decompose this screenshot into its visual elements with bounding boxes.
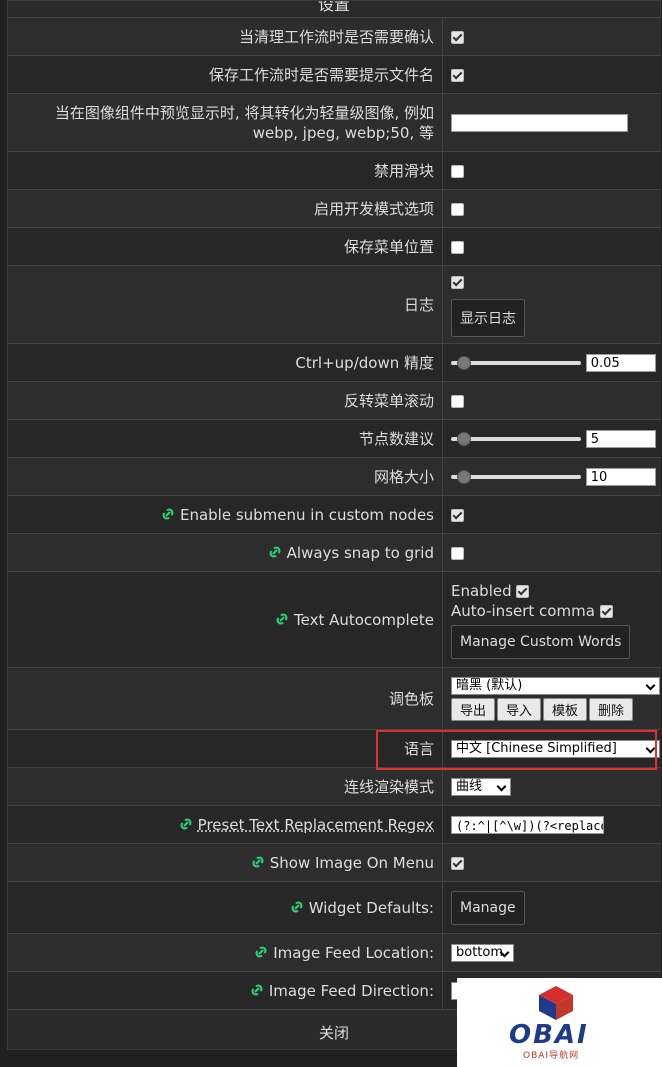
setting-row-save-menu-position: 保存菜单位置 bbox=[8, 227, 661, 266]
setting-label: 启用开发模式选项 bbox=[8, 189, 443, 228]
palette-delete-button[interactable]: 删除 bbox=[589, 697, 634, 721]
setting-label: Preset Text Replacement Regex bbox=[197, 815, 434, 834]
palette-template-button[interactable]: 模板 bbox=[543, 697, 588, 721]
settings-dialog: 设置 当清理工作流时是否需要确认 保存工作流时是否需要提示文件名 当在图像组件中… bbox=[7, 0, 661, 1050]
setting-label: Ctrl+up/down 精度 bbox=[8, 343, 443, 382]
setting-row-image-on-menu: Show Image On Menu bbox=[8, 843, 661, 882]
image-on-menu-checkbox[interactable] bbox=[451, 856, 464, 870]
setting-label: 语言 bbox=[8, 729, 443, 768]
setting-label: 节点数建议 bbox=[8, 419, 443, 458]
setting-row-preset-regex: Preset Text Replacement Regex (?:^|[^\w]… bbox=[8, 805, 661, 844]
disable-slider-checkbox[interactable] bbox=[451, 164, 464, 178]
auto-comma-checkbox[interactable] bbox=[599, 604, 613, 618]
node-suggestions-slider[interactable] bbox=[451, 431, 581, 446]
setting-label: 保存工作流时是否需要提示文件名 bbox=[8, 55, 443, 94]
setting-row-prompt-filename: 保存工作流时是否需要提示文件名 bbox=[8, 55, 661, 94]
setting-label-line2: webp, jpeg, webp;50, 等 bbox=[252, 123, 434, 142]
setting-row-confirm-clear: 当清理工作流时是否需要确认 bbox=[8, 17, 661, 56]
setting-row-ctrl-precision: Ctrl+up/down 精度 0.05 bbox=[8, 343, 661, 382]
submenu-checkbox[interactable] bbox=[451, 508, 464, 522]
setting-label: 反转菜单滚动 bbox=[8, 381, 443, 420]
setting-label: 禁用滑块 bbox=[8, 151, 443, 190]
widget-defaults-manage-button[interactable]: Manage bbox=[451, 890, 525, 925]
log-checkbox[interactable] bbox=[451, 275, 464, 289]
setting-row-preview-format: 当在图像组件中预览显示时, 将其转化为轻量级图像, 例如 webp, jpeg,… bbox=[8, 93, 661, 152]
grid-size-input[interactable]: 10 bbox=[585, 467, 656, 486]
setting-label: Image Feed Direction: bbox=[268, 981, 434, 1000]
setting-row-palette: 调色板 暗黑 (默认) 导出 导入 模板 删除 bbox=[8, 667, 661, 730]
setting-row-submenu: Enable submenu in custom nodes bbox=[8, 495, 661, 534]
setting-label-line1: 当在图像组件中预览显示时, 将其转化为轻量级图像, 例如 bbox=[54, 103, 434, 122]
palette-select[interactable]: 暗黑 (默认) bbox=[451, 676, 660, 695]
setting-row-feed-location: Image Feed Location: bottom bbox=[8, 933, 661, 972]
link-chain-icon bbox=[252, 855, 264, 868]
setting-label: 当清理工作流时是否需要确认 bbox=[8, 17, 443, 56]
watermark-subtitle: OBAI导航网 bbox=[523, 1051, 580, 1061]
setting-row-widget-defaults: Widget Defaults: Manage bbox=[8, 881, 661, 934]
setting-row-invert-scroll: 反转菜单滚动 bbox=[8, 381, 661, 420]
setting-row-autocomplete: Text Autocomplete Enabled Auto-insert co… bbox=[8, 571, 661, 668]
setting-row-snap-grid: Always snap to grid bbox=[8, 533, 661, 572]
setting-label: 连线渲染模式 bbox=[8, 767, 443, 806]
setting-label: Text Autocomplete bbox=[294, 610, 434, 629]
settings-table: 当清理工作流时是否需要确认 保存工作流时是否需要提示文件名 当在图像组件中预览显… bbox=[8, 17, 661, 1010]
link-chain-icon bbox=[162, 507, 174, 520]
setting-label: 网格大小 bbox=[8, 457, 443, 496]
palette-import-button[interactable]: 导入 bbox=[497, 697, 542, 721]
confirm-clear-checkbox[interactable] bbox=[451, 30, 464, 44]
slider-knob[interactable] bbox=[456, 431, 471, 446]
link-chain-icon bbox=[291, 900, 303, 913]
setting-label: Enable submenu in custom nodes bbox=[179, 505, 434, 524]
setting-row-disable-slider: 禁用滑块 bbox=[8, 151, 661, 190]
save-menu-position-checkbox[interactable] bbox=[451, 240, 464, 254]
setting-label: Image Feed Location: bbox=[273, 943, 434, 962]
setting-label: 保存菜单位置 bbox=[8, 227, 443, 266]
show-log-button[interactable]: 显示日志 bbox=[451, 298, 525, 337]
link-chain-icon bbox=[269, 545, 281, 558]
prompt-filename-checkbox[interactable] bbox=[451, 68, 464, 82]
link-render-select[interactable]: 曲线 bbox=[451, 777, 511, 796]
dev-mode-checkbox[interactable] bbox=[451, 202, 464, 216]
link-chain-icon bbox=[251, 983, 263, 996]
auto-comma-label: Auto-insert comma bbox=[451, 601, 595, 620]
setting-row-link-render: 连线渲染模式 曲线 bbox=[8, 767, 661, 806]
manage-custom-words-button[interactable]: Manage Custom Words bbox=[451, 624, 631, 659]
snap-grid-checkbox[interactable] bbox=[451, 546, 464, 560]
cube-logo-icon bbox=[539, 986, 573, 1020]
palette-export-button[interactable]: 导出 bbox=[451, 697, 496, 721]
grid-size-slider[interactable] bbox=[451, 469, 581, 484]
watermark-brand: OBAI bbox=[509, 1020, 589, 1050]
link-chain-icon bbox=[276, 612, 288, 625]
setting-row-dev-mode: 启用开发模式选项 bbox=[8, 189, 661, 228]
setting-row-log: 日志 显示日志 bbox=[8, 265, 661, 344]
feed-location-select[interactable]: bottom bbox=[451, 943, 514, 962]
autocomplete-enabled-checkbox[interactable] bbox=[516, 584, 530, 598]
watermark-logo: OBAI OBAI导航网 bbox=[457, 978, 662, 1067]
setting-label: Show Image On Menu bbox=[269, 853, 434, 872]
setting-row-grid-size: 网格大小 10 bbox=[8, 457, 661, 496]
setting-label: 调色板 bbox=[8, 667, 443, 730]
slider-knob[interactable] bbox=[456, 469, 471, 484]
setting-row-language: 语言 中文 [Chinese Simplified] bbox=[8, 729, 661, 768]
invert-scroll-checkbox[interactable] bbox=[451, 394, 464, 408]
preset-regex-input[interactable]: (?:^|[^\w])(?<replace bbox=[451, 815, 604, 834]
dialog-title: 设置 bbox=[317, 1, 350, 14]
setting-row-node-suggestions: 节点数建议 5 bbox=[8, 419, 661, 458]
setting-label: 日志 bbox=[8, 265, 443, 344]
ctrl-precision-slider[interactable] bbox=[451, 355, 581, 370]
node-suggestions-input[interactable]: 5 bbox=[585, 429, 656, 448]
setting-label: Always snap to grid bbox=[286, 543, 434, 562]
language-select[interactable]: 中文 [Chinese Simplified] bbox=[451, 739, 660, 758]
setting-label: Widget Defaults: bbox=[308, 898, 434, 917]
link-chain-icon bbox=[255, 945, 267, 958]
preview-format-input[interactable] bbox=[451, 113, 628, 132]
slider-knob[interactable] bbox=[456, 355, 471, 370]
ctrl-precision-input[interactable]: 0.05 bbox=[585, 353, 656, 372]
enabled-label: Enabled bbox=[451, 581, 512, 600]
dialog-title-strip: 设置 bbox=[8, 1, 660, 17]
link-chain-icon bbox=[180, 817, 192, 830]
